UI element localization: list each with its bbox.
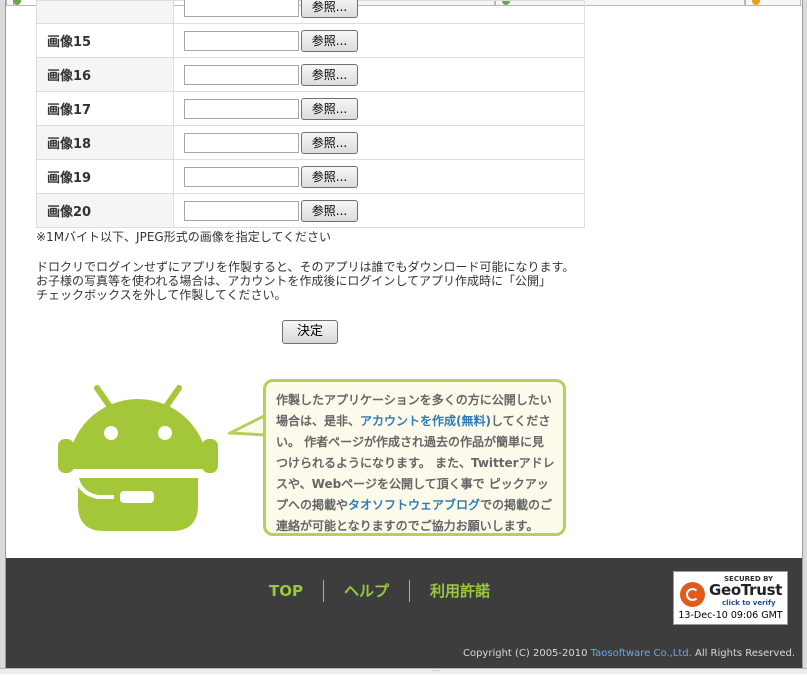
row-label: 画像18 <box>36 125 174 160</box>
table-row: 画像17 参照... <box>36 91 585 126</box>
nav-divider <box>322 580 324 602</box>
promo-speech-bubble: 作製したアプリケーションを多くの方に公開したい場合は、是非、アカウントを作成(無… <box>263 379 566 536</box>
table-row: 画像15 参照... <box>36 23 585 58</box>
browse-button[interactable]: 参照... <box>301 63 358 86</box>
file-path-input[interactable] <box>184 132 299 153</box>
window-frame-right <box>802 0 807 674</box>
row-label: 画像16 <box>36 57 174 92</box>
seal-verify: click to verify <box>722 599 776 607</box>
table-row: 画像16 参照... <box>36 57 585 92</box>
row-field: 参照... <box>173 57 585 92</box>
file-path-input[interactable] <box>184 98 299 119</box>
warning-line: お子様の写真等を使われる場合は、アカウントを作成後にログインしてアプリ作成時に「… <box>36 274 552 288</box>
seal-timestamp: 13-Dec-10 09:06 GMT <box>678 610 783 621</box>
row-field: 参照... <box>173 125 585 160</box>
file-path-input[interactable] <box>184 166 299 187</box>
table-row: 画像20 参照... <box>36 193 585 228</box>
row-field: 参照... <box>173 91 585 126</box>
footer-link-help[interactable]: ヘルプ <box>344 580 389 602</box>
login-warning: ドロクリでログインせずにアプリを作製すると、そのアプリは誰でもダウンロード可能に… <box>36 260 596 302</box>
table-row: 画像19 参照... <box>36 159 585 194</box>
nav-divider <box>409 580 410 602</box>
seal-brand: GeoTrust <box>709 581 783 599</box>
tab-favicon-icon <box>752 0 760 5</box>
browser-tab[interactable] <box>745 0 801 5</box>
browser-tab[interactable] <box>6 0 21 5</box>
company-link[interactable]: Taosoftware Co.,Ltd. <box>591 648 692 659</box>
bubble-tail <box>228 413 267 437</box>
resize-grip-icon[interactable]: ··· <box>432 669 441 675</box>
browse-button[interactable]: 参照... <box>301 29 358 52</box>
table-row: 参照... <box>36 0 585 24</box>
file-path-input[interactable] <box>184 200 299 221</box>
footer-link-top[interactable]: TOP <box>269 580 303 602</box>
row-label: 画像20 <box>36 193 174 228</box>
footer-nav: TOP ヘルプ 利用許諾 <box>269 580 490 602</box>
geotrust-logo-icon <box>680 582 705 607</box>
site-footer: TOP ヘルプ 利用許諾 SECURED BY GeoTrust click t… <box>6 558 802 668</box>
browser-status-bar: ··· <box>0 668 807 675</box>
row-field: 参照... <box>173 0 585 24</box>
row-field: 参照... <box>173 23 585 58</box>
taosoftware-blog-link[interactable]: タオソフトウェアブログ <box>348 498 480 512</box>
row-label: 画像19 <box>36 159 174 194</box>
copyright-suffix: All Rights Reserved. <box>691 648 795 659</box>
browse-button[interactable]: 参照... <box>301 0 358 18</box>
browse-button[interactable]: 参照... <box>301 97 358 120</box>
browse-button[interactable]: 参照... <box>301 165 358 188</box>
copyright: Copyright (C) 2005-2010 Taosoftware Co.,… <box>463 648 795 659</box>
row-field: 参照... <box>173 193 585 228</box>
browse-button[interactable]: 参照... <box>301 199 358 222</box>
file-path-input[interactable] <box>184 64 299 85</box>
android-mascot-icon <box>58 385 218 531</box>
row-field: 参照... <box>173 159 585 194</box>
browse-button[interactable]: 参照... <box>301 131 358 154</box>
image-upload-table: 参照... 画像15 参照... 画像16 参照... 画像17 参照... 画… <box>36 0 585 228</box>
footer-link-terms[interactable]: 利用許諾 <box>430 580 490 602</box>
row-label: 画像17 <box>36 91 174 126</box>
warning-line: チェックボックスを外して作製してください。 <box>36 288 287 302</box>
tab-favicon-icon <box>13 0 21 5</box>
file-path-input[interactable] <box>184 30 299 51</box>
geotrust-seal[interactable]: SECURED BY GeoTrust click to verify 13-D… <box>673 571 788 625</box>
create-account-link[interactable]: アカウントを作成(無料) <box>360 414 491 428</box>
row-label <box>36 0 174 24</box>
file-path-input[interactable] <box>184 0 299 17</box>
copyright-prefix: Copyright (C) 2005-2010 <box>462 648 591 659</box>
table-row: 画像18 参照... <box>36 125 585 160</box>
submit-button[interactable]: 決定 <box>282 320 338 344</box>
warning-line: ドロクリでログインせずにアプリを作製すると、そのアプリは誰でもダウンロード可能に… <box>36 260 575 274</box>
file-size-note: ※1Mバイト以下、JPEG形式の画像を指定してください <box>36 230 331 244</box>
row-label: 画像15 <box>36 23 174 58</box>
